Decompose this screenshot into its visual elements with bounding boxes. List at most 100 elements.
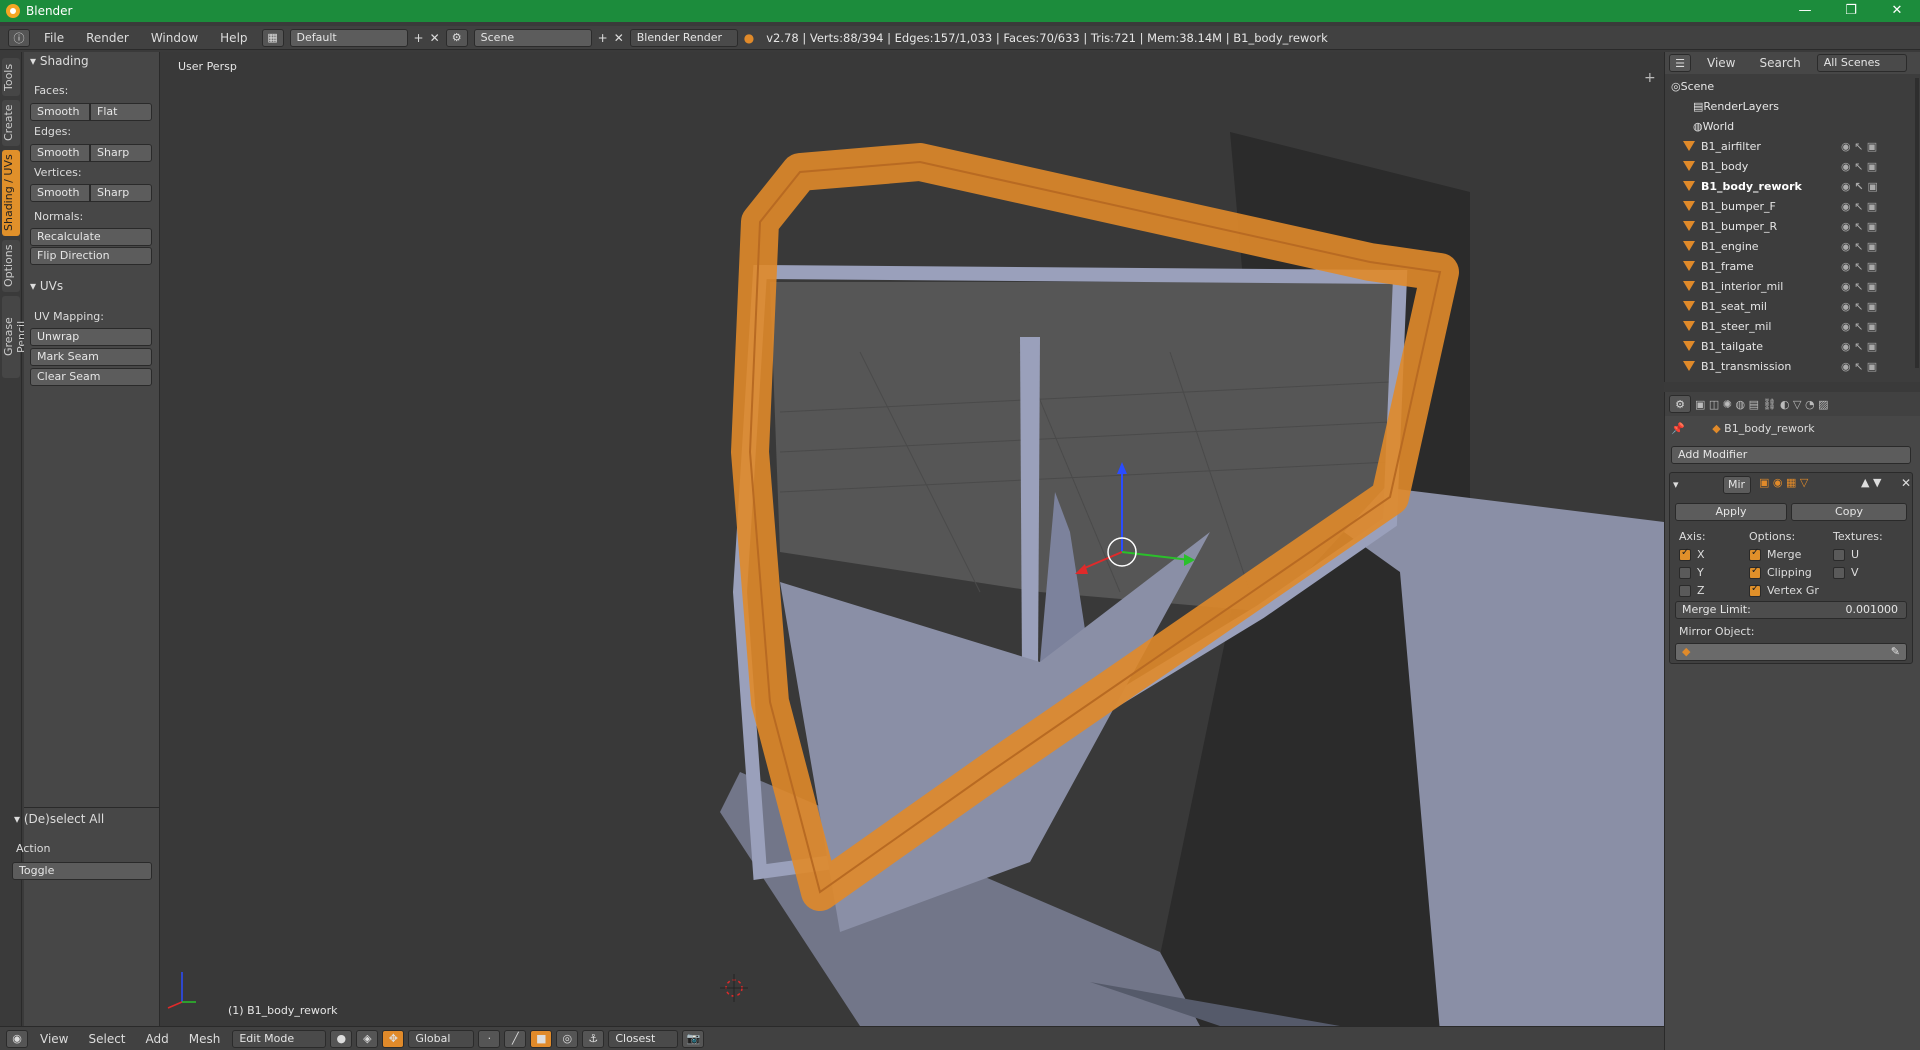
vertex-groups-checkbox[interactable]: [1749, 583, 1761, 597]
menu-render[interactable]: Render: [78, 31, 137, 45]
maximize-button[interactable]: ❐: [1828, 0, 1874, 22]
mirror-object-field[interactable]: ◆ ✎: [1675, 643, 1907, 661]
add-scene-icon[interactable]: +: [598, 31, 608, 45]
remove-layout-icon[interactable]: ✕: [430, 31, 440, 45]
face-select-icon[interactable]: ■: [530, 1029, 553, 1048]
minimize-button[interactable]: —: [1782, 0, 1828, 22]
tab-tools[interactable]: Tools: [2, 58, 20, 96]
vertices-smooth-button[interactable]: Smooth: [30, 184, 90, 202]
outliner-row-b1-seat-mil[interactable]: B1_seat_mil ◉ ↖ ▣: [1665, 296, 1907, 316]
tab-create[interactable]: Create: [2, 100, 20, 146]
properties-context-icons[interactable]: ▣ ◫ ✺ ◍ ▤ ⛓ ◐ ▽ ◔ ▨: [1695, 398, 1828, 411]
vertex-select-icon[interactable]: ·: [478, 1029, 501, 1048]
outliner-filter-select[interactable]: All Scenes: [1816, 54, 1907, 72]
menu-add[interactable]: Add: [138, 1032, 177, 1046]
outliner-restrict-icons[interactable]: ◉ ↖ ▣: [1841, 340, 1877, 353]
menu-help[interactable]: Help: [212, 31, 255, 45]
add-layout-icon[interactable]: +: [414, 31, 424, 45]
modifier-name-field[interactable]: Mir: [1723, 476, 1751, 494]
pivot-point-icon[interactable]: ◈: [356, 1029, 379, 1048]
outliner-row-b1-interior-mil[interactable]: B1_interior_mil ◉ ↖ ▣: [1665, 276, 1907, 296]
render-engine-select[interactable]: Blender Render: [629, 28, 738, 47]
outliner-row-world[interactable]: ◍ World: [1665, 116, 1907, 136]
edge-select-icon[interactable]: ╱: [504, 1029, 527, 1048]
axis-y-checkbox[interactable]: [1679, 567, 1691, 579]
modifier-visibility-icons[interactable]: ▣ ◉ ▦ ▽: [1759, 476, 1808, 489]
axis-x-checkbox[interactable]: [1679, 547, 1691, 561]
remove-scene-icon[interactable]: ✕: [614, 31, 624, 45]
scene-icon[interactable]: ⚙: [445, 28, 468, 47]
tab-shading-uvs[interactable]: Shading / UVs: [2, 150, 20, 236]
outliner-restrict-icons[interactable]: ◉ ↖ ▣: [1841, 160, 1877, 173]
outliner-restrict-icons[interactable]: ◉ ↖ ▣: [1841, 280, 1877, 293]
outliner-restrict-icons[interactable]: ◉ ↖ ▣: [1841, 360, 1877, 373]
outliner-editor-icon[interactable]: ☰: [1669, 54, 1691, 72]
recalculate-button[interactable]: Recalculate: [30, 228, 152, 246]
mode-select[interactable]: Edit Mode: [232, 1029, 327, 1048]
modifier-collapse-icon[interactable]: ▾: [1673, 478, 1679, 491]
tab-options[interactable]: Options: [2, 240, 20, 292]
outliner-row-b1-bumper-r[interactable]: B1_bumper_R ◉ ↖ ▣: [1665, 216, 1907, 236]
outliner-search-menu[interactable]: Search: [1751, 56, 1808, 70]
edges-sharp-button[interactable]: Sharp: [90, 144, 152, 162]
editor-type-icon[interactable]: ◉: [6, 1029, 28, 1048]
outliner-row-b1-airfilter[interactable]: B1_airfilter ◉ ↖ ▣: [1665, 136, 1907, 156]
outliner-restrict-icons[interactable]: ◉ ↖ ▣: [1841, 260, 1877, 273]
proportional-edit-icon[interactable]: ◎: [556, 1029, 579, 1048]
outliner-view-menu[interactable]: View: [1699, 56, 1743, 70]
add-modifier-select[interactable]: Add Modifier: [1671, 446, 1911, 464]
clipping-checkbox[interactable]: [1749, 565, 1761, 579]
copy-button[interactable]: Copy: [1791, 503, 1907, 521]
edges-smooth-button[interactable]: Smooth: [30, 144, 90, 162]
unwrap-button[interactable]: Unwrap: [30, 328, 152, 346]
menu-mesh[interactable]: Mesh: [181, 1032, 229, 1046]
merge-limit-field[interactable]: Merge Limit: 0.001000: [1675, 601, 1907, 619]
menu-window[interactable]: Window: [143, 31, 206, 45]
modifier-move-icons[interactable]: ▲ ▼: [1861, 476, 1881, 489]
snap-target-select[interactable]: Closest: [608, 1029, 679, 1048]
outliner-row-b1-frame[interactable]: B1_frame ◉ ↖ ▣: [1665, 256, 1907, 276]
outliner-row-b1-body-rework[interactable]: B1_body_rework ◉ ↖ ▣: [1665, 176, 1907, 196]
snap-icon[interactable]: ⚓: [582, 1029, 605, 1048]
outliner-restrict-icons[interactable]: ◉ ↖ ▣: [1841, 180, 1878, 193]
action-select[interactable]: Toggle: [12, 862, 152, 880]
outliner-row-b1-tailgate[interactable]: B1_tailgate ◉ ↖ ▣: [1665, 336, 1907, 356]
outliner-row-b1-bumper-f[interactable]: B1_bumper_F ◉ ↖ ▣: [1665, 196, 1907, 216]
apply-button[interactable]: Apply: [1675, 503, 1787, 521]
menu-file[interactable]: File: [36, 31, 72, 45]
layout-field[interactable]: Default: [289, 28, 408, 47]
texture-v-checkbox[interactable]: [1833, 567, 1845, 579]
outliner-restrict-icons[interactable]: ◉ ↖ ▣: [1841, 320, 1877, 333]
render-opengl-icon[interactable]: 📷: [682, 1029, 705, 1048]
mark-seam-button[interactable]: Mark Seam: [30, 348, 152, 366]
outliner-row-b1-transmission[interactable]: B1_transmission ◉ ↖ ▣: [1665, 356, 1907, 376]
info-editor-icon[interactable]: ⓘ: [8, 28, 30, 47]
viewport-shading-icon[interactable]: ●: [330, 1029, 353, 1048]
properties-editor-icon[interactable]: ⚙: [1669, 395, 1691, 413]
vertices-sharp-button[interactable]: Sharp: [90, 184, 152, 202]
mesh-view[interactable]: +: [160, 52, 1664, 1026]
outliner-row-b1-engine[interactable]: B1_engine ◉ ↖ ▣: [1665, 236, 1907, 256]
outliner-restrict-icons[interactable]: ◉ ↖ ▣: [1841, 220, 1877, 233]
faces-flat-button[interactable]: Flat: [90, 103, 152, 121]
merge-checkbox[interactable]: [1749, 547, 1761, 561]
outliner-restrict-icons[interactable]: ◉ ↖ ▣: [1841, 300, 1877, 313]
menu-select[interactable]: Select: [80, 1032, 133, 1046]
outliner-row-scene[interactable]: ◎ Scene: [1665, 76, 1907, 96]
axis-z-checkbox[interactable]: [1679, 585, 1691, 597]
screen-layout-icon[interactable]: ▦: [261, 28, 284, 47]
outliner-row-b1-body[interactable]: B1_body ◉ ↖ ▣: [1665, 156, 1907, 176]
manipulator-icon[interactable]: ✥: [382, 1029, 405, 1048]
close-button[interactable]: ✕: [1874, 0, 1920, 22]
pin-icon[interactable]: 📌: [1671, 422, 1685, 435]
flip-direction-button[interactable]: Flip Direction: [30, 247, 152, 265]
outliner-restrict-icons[interactable]: ◉ ↖ ▣: [1841, 240, 1877, 253]
outliner-scrollbar[interactable]: [1915, 78, 1919, 368]
menu-view[interactable]: View: [32, 1032, 76, 1046]
transform-orientation-select[interactable]: Global: [408, 1029, 475, 1048]
faces-smooth-button[interactable]: Smooth: [30, 103, 90, 121]
scene-field[interactable]: Scene: [473, 28, 592, 47]
eyedropper-icon[interactable]: ✎: [1891, 644, 1900, 660]
outliner-restrict-icons[interactable]: ◉ ↖ ▣: [1841, 140, 1877, 153]
texture-u-checkbox[interactable]: [1833, 549, 1845, 561]
